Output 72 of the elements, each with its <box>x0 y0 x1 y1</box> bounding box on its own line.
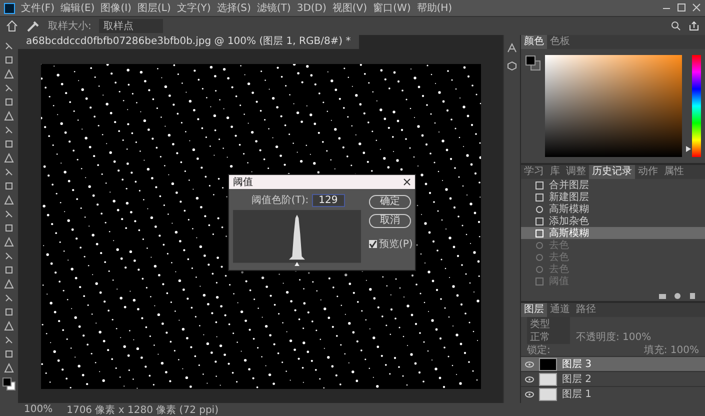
window-controls-icon[interactable] <box>661 3 701 13</box>
panel-tab[interactable]: 动作 <box>635 165 661 179</box>
eye-icon[interactable] <box>525 376 534 382</box>
tool-icon[interactable] <box>4 293 14 303</box>
panel-tab[interactable]: 调整 <box>563 165 589 179</box>
eye-icon[interactable] <box>525 360 534 368</box>
menu-item[interactable]: 文件(F) <box>21 1 55 15</box>
lock-label: 锁定: <box>527 344 550 356</box>
close-icon[interactable] <box>403 178 411 186</box>
color-swatches-icon[interactable] <box>525 55 541 71</box>
panel-tab[interactable]: 学习 <box>521 165 547 179</box>
layer-row[interactable]: 图层 1 <box>521 386 705 401</box>
filter-icon <box>535 204 544 214</box>
menu-item[interactable]: 文字(Y) <box>176 1 211 15</box>
color-swatches-icon[interactable] <box>2 377 16 391</box>
character-panel-icon[interactable] <box>507 43 517 53</box>
document-icon <box>535 276 544 286</box>
cancel-button[interactable]: 取消 <box>369 214 411 228</box>
opacity-field[interactable]: 不透明度: 100% <box>576 330 652 344</box>
history-item[interactable]: 添加杂色 <box>521 215 705 227</box>
history-item[interactable]: 新建图层 <box>521 191 705 203</box>
tool-icon[interactable] <box>4 251 14 261</box>
sample-size-label: 取样大小: <box>48 20 92 33</box>
cube-icon[interactable] <box>507 61 517 71</box>
sample-size-dropdown[interactable]: 取样点 <box>99 19 164 33</box>
zoom-level: 100% <box>24 404 53 415</box>
ok-button[interactable]: 确定 <box>369 195 411 209</box>
layer-row[interactable]: 图层 3 <box>521 356 705 371</box>
panel-tab[interactable]: 路径 <box>573 303 599 317</box>
panel-tab[interactable]: 图层 <box>521 303 547 317</box>
menu-item[interactable]: 窗口(W) <box>373 1 411 15</box>
history-item[interactable]: 高斯模糊 <box>521 227 705 239</box>
menu-item[interactable]: 滤镜(T) <box>256 1 291 15</box>
menu-item[interactable]: 3D(D) <box>296 2 326 14</box>
blend-mode-dropdown[interactable]: 正常 <box>527 330 570 344</box>
threshold-level-field[interactable]: 129 <box>312 194 345 206</box>
menu-item[interactable]: 编辑(E) <box>60 1 95 15</box>
panel-tab[interactable]: 颜色 <box>521 35 547 49</box>
eye-icon[interactable] <box>525 390 534 398</box>
preview-checkbox[interactable] <box>369 240 377 248</box>
fill-field[interactable]: 填充: 100% <box>644 342 699 356</box>
tool-icon[interactable] <box>4 125 14 135</box>
tool-icon[interactable] <box>4 167 14 177</box>
app-logo-icon <box>4 2 15 14</box>
layer-filter-field[interactable]: 类型 <box>527 316 570 330</box>
tool-icon[interactable] <box>4 335 14 345</box>
tool-icon[interactable] <box>4 83 14 93</box>
layer-row[interactable]: 图层 2 <box>521 371 705 386</box>
eyedropper-icon[interactable] <box>26 20 40 32</box>
menu-item[interactable]: 视图(V) <box>332 1 368 15</box>
history-item[interactable]: 高斯模糊 <box>521 203 705 215</box>
menu-item[interactable]: 选择(S) <box>216 1 251 15</box>
panel-tab[interactable]: 库 <box>547 165 563 179</box>
document-info: 1706 像素 x 1280 像素 (72 ppi) <box>66 404 218 416</box>
search-icon[interactable] <box>671 21 681 31</box>
tool-icon[interactable] <box>4 41 14 51</box>
panel-tab[interactable]: 色板 <box>547 35 573 49</box>
share-icon[interactable] <box>689 21 699 31</box>
preview-label: 预览(P) <box>379 238 413 251</box>
panel-tab[interactable]: 历史记录 <box>589 165 635 179</box>
menu-item[interactable]: 图像(I) <box>100 1 132 15</box>
menu-item[interactable]: 帮助(H) <box>416 1 452 15</box>
panel-tab[interactable]: 属性 <box>661 165 687 179</box>
history-item[interactable]: 合并图层 <box>521 179 705 191</box>
home-icon[interactable] <box>6 20 18 32</box>
color-picker-field[interactable] <box>545 55 682 157</box>
threshold-level-label: 阈值色阶(T): <box>251 194 309 207</box>
panel-tab[interactable]: 通道 <box>547 303 573 317</box>
document-tab[interactable]: a68bcddccd0fbfb07286be3bfb0b.jpg @ 100% (图层 1, RGB/8#) * <box>18 35 359 49</box>
dialog-title: 阈值 <box>233 176 253 189</box>
menu-item[interactable]: 图层(L) <box>137 1 171 15</box>
tool-icon[interactable] <box>4 209 14 219</box>
